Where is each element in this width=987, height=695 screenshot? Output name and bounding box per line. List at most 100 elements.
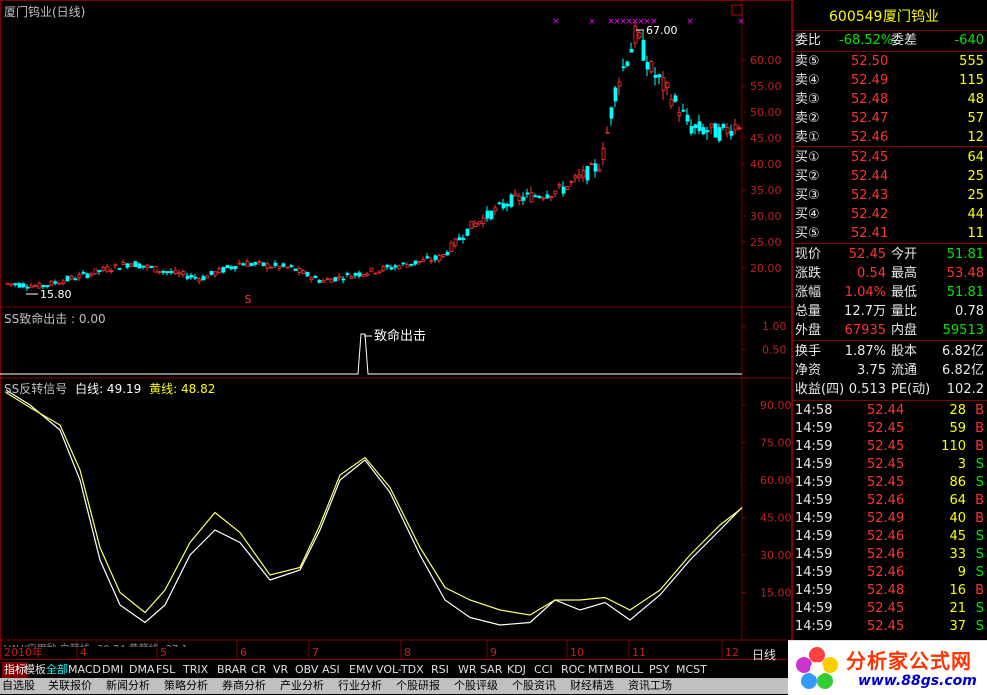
tab-dmi[interactable]: DMI [102, 662, 123, 678]
x-axis-label: 11 [632, 646, 646, 659]
tab-模板[interactable]: 模板 [24, 662, 46, 678]
menu-自选股[interactable]: 自选股 [2, 678, 35, 694]
candle-body [5, 282, 10, 285]
candle-body [661, 76, 666, 91]
candle-body [265, 263, 270, 269]
stock-name: 厦门钨业 [883, 9, 939, 25]
tab-vol-tdx[interactable]: VOL-TDX [376, 662, 424, 678]
tab-cci[interactable]: CCI [534, 662, 553, 678]
tab-roc[interactable]: ROC [561, 662, 585, 678]
buy-volume: 44 [967, 207, 984, 222]
stat-label: 最低 [891, 285, 918, 300]
stat-label: 总量 [795, 304, 822, 319]
menu-资讯工场[interactable]: 资讯工场 [628, 678, 672, 694]
tick-time: 14:59 [795, 457, 833, 472]
candle-body [629, 48, 634, 53]
tab-trix[interactable]: TRIX [183, 662, 208, 678]
menu-新闻分析[interactable]: 新闻分析 [106, 678, 150, 694]
tab-macd[interactable]: MACD [68, 662, 101, 678]
y-tick-label: 45.00 [750, 132, 782, 145]
tab-psy[interactable]: PSY [649, 662, 669, 678]
candle-body [645, 62, 650, 70]
stat2-value: 6.82亿 [942, 363, 984, 378]
tick-time: 14:59 [795, 583, 833, 598]
candle-body [321, 280, 326, 283]
tab-boll[interactable]: BOLL [615, 662, 643, 678]
candle-body [553, 190, 558, 194]
tab-kdj[interactable]: KDJ [507, 662, 526, 678]
tab-fsl[interactable]: FSL [156, 662, 175, 678]
buy-label: 买① [795, 150, 820, 165]
menu-个股研报[interactable]: 个股研报 [396, 678, 440, 694]
menu-产业分析[interactable]: 产业分析 [280, 678, 324, 694]
tab-emv[interactable]: EMV [349, 662, 373, 678]
candle-body [505, 203, 510, 207]
tick-row: 14:58 52.44 28 B [793, 402, 987, 420]
candle-body [193, 276, 198, 279]
tab-sar[interactable]: SAR [480, 662, 502, 678]
tab-dma[interactable]: DMA [129, 662, 155, 678]
candle-body [361, 274, 366, 277]
kline-chart-svg[interactable]: 60.00 55.00 50.00 45.00 40.00 35.00 30.00 25.00… [0, 0, 792, 660]
candle-body [197, 278, 202, 282]
candle-body [161, 271, 166, 273]
tab-cr[interactable]: CR [251, 662, 266, 678]
candle-body [73, 278, 78, 281]
menu-策略分析[interactable]: 策略分析 [164, 678, 208, 694]
tick-side: S [975, 457, 984, 472]
candle-body [289, 265, 294, 268]
indicator2-name: SS反转信号 [4, 382, 68, 396]
tab-mcst[interactable]: MCST [676, 662, 707, 678]
tab-asi[interactable]: ASI [322, 662, 340, 678]
tab-全部[interactable]: 全部 [46, 662, 68, 678]
menu-券商分析[interactable]: 券商分析 [222, 678, 266, 694]
period-label[interactable]: 日线 [752, 646, 776, 663]
candle-body [145, 264, 150, 268]
tick-side: B [975, 439, 984, 454]
tab-vr[interactable]: VR [273, 662, 288, 678]
sell-label: 卖③ [795, 92, 820, 107]
candle-body [305, 271, 310, 277]
candle-body [341, 278, 346, 281]
chart-area[interactable]: 60.00 55.00 50.00 45.00 40.00 35.00 30.00 25.00… [0, 0, 792, 663]
buy-label: 买④ [795, 207, 820, 222]
tab-mtm[interactable]: MTM [588, 662, 614, 678]
menu-财经精选[interactable]: 财经精选 [570, 678, 614, 694]
candle-body [249, 263, 254, 266]
tick-row: 14:59 52.45 37 S [793, 618, 987, 636]
stat-row: 涨跌 0.54 最高 53.48 [793, 265, 987, 283]
candle-body [597, 169, 602, 172]
candle-body [277, 265, 282, 269]
tab-obv[interactable]: OBV [295, 662, 318, 678]
tick-side: S [975, 565, 984, 580]
stat-value: 67935 [844, 323, 886, 338]
stat-value: 52.45 [848, 247, 886, 262]
stat2-value: 6.82亿 [942, 344, 984, 359]
buy-volume: 25 [967, 188, 984, 203]
candle-body [69, 275, 74, 280]
menu-个股资讯[interactable]: 个股资讯 [512, 678, 556, 694]
stat-value: 51.81 [946, 247, 984, 262]
tab-brar[interactable]: BRAR [217, 662, 247, 678]
menu-关联报价[interactable]: 关联报价 [48, 678, 92, 694]
candle-body [561, 186, 566, 194]
candle-body [13, 283, 18, 286]
candle-body [49, 280, 54, 286]
tab-rsi[interactable]: RSI [431, 662, 449, 678]
menu-行业分析[interactable]: 行业分析 [338, 678, 382, 694]
candle-body [245, 261, 250, 267]
maximize-box[interactable] [731, 4, 743, 16]
y-tick-label: 20.00 [750, 262, 782, 275]
candle-body [537, 195, 542, 199]
quote-header: 600549 厦门钨业 [793, 8, 987, 26]
candle-body [93, 268, 98, 275]
candle-body [649, 61, 654, 73]
candle-body [61, 280, 66, 284]
candle-body [605, 131, 610, 134]
tab-wr[interactable]: WR [458, 662, 477, 678]
tick-volume: 64 [949, 493, 966, 508]
sell-volume: 48 [967, 92, 984, 107]
tick-price: 52.45 [867, 619, 905, 634]
menu-个股评级[interactable]: 个股评级 [454, 678, 498, 694]
candle-body [589, 163, 594, 166]
